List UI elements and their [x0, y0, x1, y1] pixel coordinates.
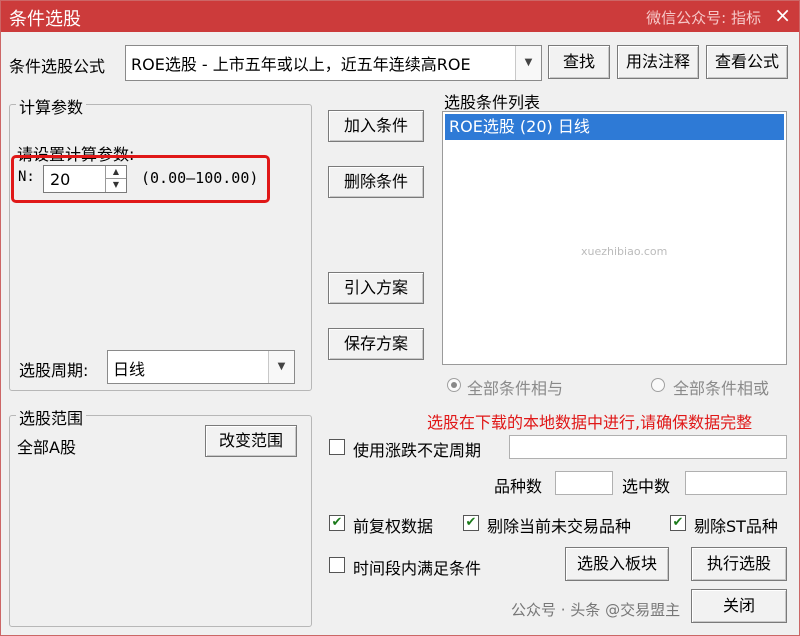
selected-count-field [685, 471, 787, 495]
variety-count-label: 品种数 [494, 477, 543, 496]
exclude-suspended-checkbox[interactable]: ✔ [463, 515, 479, 531]
spinner-buttons: ▲ ▼ [105, 166, 126, 192]
or-label: 全部条件相或 [673, 379, 770, 398]
execute-button[interactable]: 执行选股 [691, 547, 787, 581]
list-item[interactable]: ROE选股 (20) 日线 [445, 114, 784, 140]
n-label: N: [18, 169, 35, 185]
close-button[interactable]: 关闭 [691, 589, 787, 623]
to-block-button[interactable]: 选股入板块 [565, 547, 669, 581]
pre-adjust-label: 前复权数据 [353, 517, 434, 536]
close-icon[interactable]: × [774, 3, 791, 27]
spin-down-icon[interactable]: ▼ [106, 179, 126, 192]
variable-period-checkbox[interactable] [329, 439, 345, 455]
find-button[interactable]: 查找 [548, 45, 610, 79]
selected-count-label: 选中数 [622, 477, 671, 496]
save-plan-button[interactable]: 保存方案 [328, 328, 424, 360]
scope-value: 全部A股 [17, 438, 76, 457]
import-plan-button[interactable]: 引入方案 [328, 272, 424, 304]
condition-stock-selection-dialog: 条件选股 微信公众号: 指标 × 条件选股公式 ROE选股 - 上市五年或以上，… [0, 0, 800, 636]
variable-period-label: 使用涨跌不定周期 [353, 441, 482, 460]
calc-params-title: 计算参数 [16, 94, 87, 118]
title-bar: 条件选股 微信公众号: 指标 × [1, 1, 799, 32]
chevron-down-icon[interactable]: ▼ [515, 46, 541, 80]
pre-adjust-checkbox[interactable]: ✔ [329, 515, 345, 531]
n-value: 20 [50, 170, 71, 189]
variety-count-field [555, 471, 613, 495]
period-select[interactable]: 日线 ▼ [107, 350, 295, 384]
n-range: (0.00—100.00) [141, 169, 259, 187]
formula-value: ROE选股 - 上市五年或以上，近五年连续高ROE [131, 55, 471, 74]
time-range-checkbox[interactable] [329, 557, 345, 573]
usage-note-button[interactable]: 用法注释 [617, 45, 699, 79]
site-watermark: xuezhibiao.com [581, 245, 668, 258]
scope-title: 选股范围 [16, 405, 87, 429]
exclude-suspended-label: 剔除当前未交易品种 [487, 517, 632, 536]
exclude-st-checkbox[interactable]: ✔ [670, 515, 686, 531]
data-notice: 选股在下载的本地数据中进行,请确保数据完整 [427, 413, 753, 432]
time-range-label: 时间段内满足条件 [353, 559, 482, 578]
exclude-st-label: 剔除ST品种 [694, 517, 778, 536]
delete-condition-button[interactable]: 删除条件 [328, 166, 424, 198]
formula-select[interactable]: ROE选股 - 上市五年或以上，近五年连续高ROE ▼ [125, 45, 542, 81]
spin-up-icon[interactable]: ▲ [106, 166, 126, 179]
and-radio[interactable] [447, 378, 461, 392]
conditions-title: 选股条件列表 [444, 93, 541, 112]
and-label: 全部条件相与 [467, 379, 564, 398]
footer-watermark: 公众号 · 头条 @交易盟主 [511, 601, 681, 619]
conditions-list[interactable]: ROE选股 (20) 日线 [442, 111, 787, 365]
period-label: 选股周期: [19, 361, 89, 380]
period-value: 日线 [113, 360, 146, 379]
variable-period-field[interactable] [509, 435, 787, 459]
add-condition-button[interactable]: 加入条件 [328, 110, 424, 142]
title-watermark: 微信公众号: 指标 [646, 9, 761, 27]
window-title: 条件选股 [9, 9, 81, 30]
view-formula-button[interactable]: 查看公式 [706, 45, 788, 79]
n-spinner[interactable]: 20 ▲ ▼ [43, 165, 127, 193]
chevron-down-icon[interactable]: ▼ [268, 351, 294, 383]
change-scope-button[interactable]: 改变范围 [205, 425, 297, 457]
or-radio[interactable] [651, 378, 665, 392]
formula-label: 条件选股公式 [9, 57, 106, 76]
